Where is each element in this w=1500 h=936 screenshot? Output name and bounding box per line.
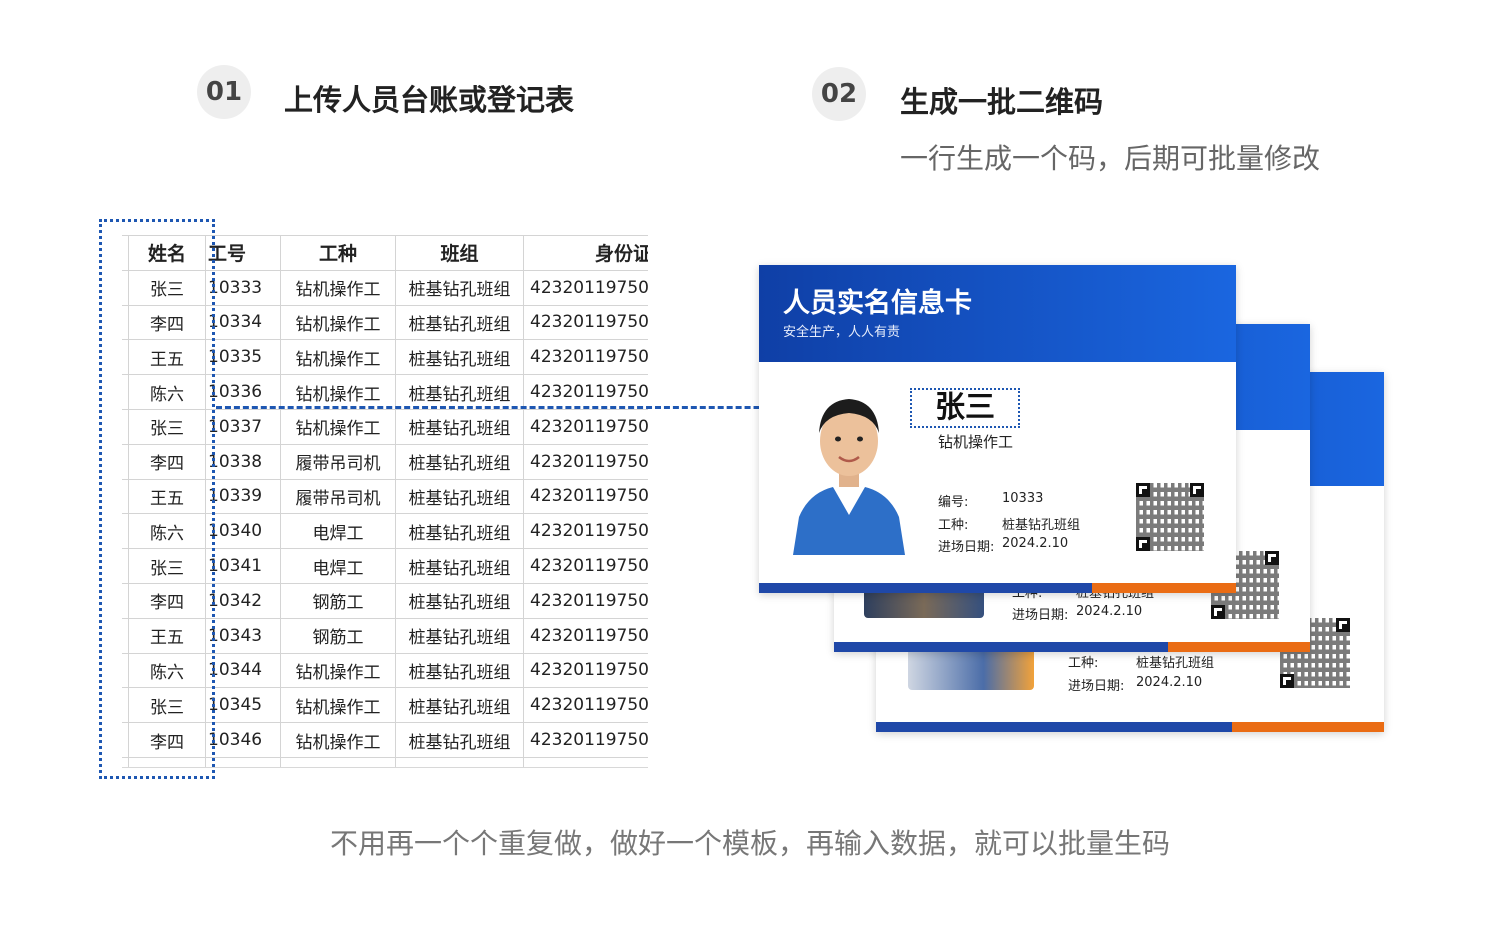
table-cell: 423201197504 bbox=[523, 339, 648, 376]
table-cell: 履带吊司机 bbox=[280, 478, 396, 515]
table-cell: 423201197504 bbox=[523, 548, 648, 584]
table-cell: 423201197504 bbox=[523, 374, 648, 410]
table-cell: 桩基钻孔班组 bbox=[395, 374, 524, 410]
table-cell: 钻机操作工 bbox=[280, 374, 396, 410]
table-cell: 钻机操作工 bbox=[280, 304, 396, 341]
table-cell: 桩基钻孔班组 bbox=[395, 304, 524, 341]
table-cell: 钢筋工 bbox=[280, 617, 396, 654]
card-title: 人员实名信息卡 bbox=[783, 288, 972, 319]
table-cell: 10338 bbox=[205, 443, 281, 480]
card-footer-accent bbox=[1232, 722, 1384, 732]
table-cell: 423201197504 bbox=[523, 443, 648, 480]
card-footer-bar bbox=[876, 722, 1232, 732]
name-column-highlight bbox=[99, 219, 215, 779]
table-cell: 班组 bbox=[395, 235, 524, 271]
step2-number: 02 bbox=[812, 67, 866, 121]
card-date-value: 2024.2.10 bbox=[1136, 675, 1203, 690]
table-cell: 桩基钻孔班组 bbox=[395, 443, 524, 480]
worker-photo bbox=[789, 389, 909, 555]
card-date-label: 进场日期: bbox=[1012, 608, 1069, 623]
table-cell: 工号 bbox=[205, 235, 281, 271]
table-cell: 423201197504 bbox=[523, 513, 648, 550]
table-cell: 钻机操作工 bbox=[280, 722, 396, 758]
table-cell: 钻机操作工 bbox=[280, 687, 396, 724]
table-cell: 10333 bbox=[205, 269, 281, 306]
table-cell: 钻机操作工 bbox=[280, 652, 396, 689]
table-cell: 钻机操作工 bbox=[280, 408, 396, 445]
table-cell: 423201197504 bbox=[523, 652, 648, 689]
footer-caption: 不用再一个个重复做，做好一个模板，再输入数据，就可以批量生码 bbox=[329, 827, 1170, 860]
card-type-value: 桩基钻孔班组 bbox=[1002, 518, 1081, 533]
card-type-value: 桩基钻孔班组 bbox=[1136, 656, 1215, 671]
card-date-value: 2024.2.10 bbox=[1002, 536, 1069, 551]
table-cell: 10346 bbox=[205, 722, 281, 758]
table-cell: 钻机操作工 bbox=[280, 339, 396, 376]
card-footer-bar bbox=[759, 583, 1092, 593]
card-type-label: 工种: bbox=[938, 518, 969, 533]
table-cell: 423201197504 bbox=[523, 304, 648, 341]
table-cell: 桩基钻孔班组 bbox=[395, 478, 524, 515]
table-cell: 钻机操作工 bbox=[280, 269, 396, 306]
table-cell: 电焊工 bbox=[280, 513, 396, 550]
table-cell: 桩基钻孔班组 bbox=[395, 617, 524, 654]
table-cell: 10341 bbox=[205, 548, 281, 584]
table-cell: 桩基钻孔班组 bbox=[395, 687, 524, 724]
table-cell bbox=[205, 756, 281, 767]
step2-title: 生成一批二维码 bbox=[900, 85, 1104, 119]
table-cell: 履带吊司机 bbox=[280, 443, 396, 480]
card-footer-accent bbox=[1092, 583, 1236, 593]
table-cell: 10340 bbox=[205, 513, 281, 550]
table-cell: 身份证号 bbox=[523, 235, 648, 271]
card-id-label: 编号: bbox=[938, 495, 969, 510]
card-photo bbox=[908, 648, 1034, 690]
table-cell: 桩基钻孔班组 bbox=[395, 548, 524, 584]
table-cell: 10334 bbox=[205, 304, 281, 341]
table-cell: 423201197504 bbox=[523, 582, 648, 619]
table-cell: 桩基钻孔班组 bbox=[395, 513, 524, 550]
card-footer-bar bbox=[834, 642, 1168, 652]
table-cell: 423201197504 bbox=[523, 687, 648, 724]
table-cell: 423201197504 bbox=[523, 408, 648, 445]
table-cell: 10336 bbox=[205, 374, 281, 410]
table-cell: 桩基钻孔班组 bbox=[395, 269, 524, 306]
card-date-label: 进场日期: bbox=[1068, 679, 1125, 694]
table-cell: 钢筋工 bbox=[280, 582, 396, 619]
qr-code-icon bbox=[1136, 483, 1204, 551]
table-cell: 10339 bbox=[205, 478, 281, 515]
table-cell: 桩基钻孔班组 bbox=[395, 722, 524, 758]
table-cell: 423201197504 bbox=[523, 722, 648, 758]
table-cell: 423201197504 bbox=[523, 269, 648, 306]
table-cell bbox=[523, 756, 648, 767]
table-cell: 桩基钻孔班组 bbox=[395, 339, 524, 376]
card-subtitle: 安全生产，人人有责 bbox=[783, 325, 901, 340]
table-cell: 工种 bbox=[280, 235, 396, 271]
table-cell: 桩基钻孔班组 bbox=[395, 408, 524, 445]
table-cell: 桩基钻孔班组 bbox=[395, 582, 524, 619]
table-cell: 电焊工 bbox=[280, 548, 396, 584]
card-date-label: 进场日期: bbox=[938, 540, 995, 555]
card-date-value: 2024.2.10 bbox=[1076, 604, 1143, 619]
card-job: 钻机操作工 bbox=[938, 433, 1014, 451]
table-cell bbox=[280, 756, 396, 767]
card-type-label: 工种: bbox=[1068, 656, 1099, 671]
table-cell: 10345 bbox=[205, 687, 281, 724]
card-name: 张三 bbox=[910, 388, 1020, 428]
card-id-value: 10333 bbox=[1002, 491, 1044, 506]
step1-number: 01 bbox=[197, 65, 251, 119]
table-cell bbox=[395, 756, 524, 767]
table-cell: 423201197504 bbox=[523, 617, 648, 654]
card-footer-accent bbox=[1168, 642, 1310, 652]
table-cell: 10343 bbox=[205, 617, 281, 654]
id-card-front: 人员实名信息卡 安全生产，人人有责 张三 钻机操作工 编号: 10333 工种:… bbox=[759, 265, 1236, 593]
table-cell: 10342 bbox=[205, 582, 281, 619]
table-cell: 10344 bbox=[205, 652, 281, 689]
table-cell: 10335 bbox=[205, 339, 281, 376]
step1-title: 上传人员台账或登记表 bbox=[284, 83, 575, 117]
table-cell: 10337 bbox=[205, 408, 281, 445]
step2-subtitle: 一行生成一个码，后期可批量修改 bbox=[900, 142, 1321, 175]
table-cell: 桩基钻孔班组 bbox=[395, 652, 524, 689]
table-cell: 423201197504 bbox=[523, 478, 648, 515]
